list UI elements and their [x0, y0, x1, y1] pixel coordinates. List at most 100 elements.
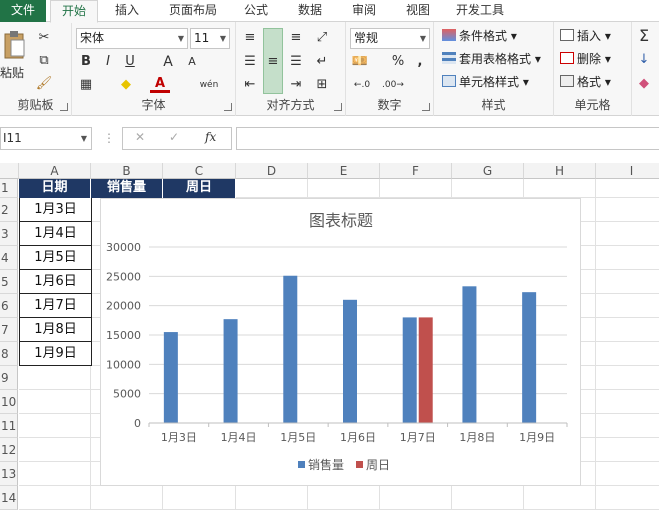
font-size-select[interactable]: 11 ▼	[190, 28, 230, 49]
underline-button[interactable]: U	[120, 52, 140, 72]
cell[interactable]	[19, 462, 91, 486]
enter-button[interactable]: ✓	[169, 130, 179, 144]
cell[interactable]	[19, 414, 91, 438]
date-cell[interactable]: 1月4日	[19, 222, 92, 246]
row-header-10[interactable]: 10	[0, 390, 18, 414]
row-header-1[interactable]: 1	[0, 179, 18, 198]
delete-cells-button[interactable]: 删除 ▾	[560, 49, 611, 69]
date-cell[interactable]: 1月9日	[19, 342, 92, 366]
autosum-button[interactable]: Σ	[634, 26, 654, 46]
row-header-8[interactable]: 8	[0, 342, 18, 366]
table-header-cell[interactable]: 日期	[19, 179, 91, 198]
phonetic-guide-button[interactable]: wén	[194, 75, 224, 95]
row-header-7[interactable]: 7	[0, 318, 18, 342]
font-color-icon[interactable]: A	[150, 75, 170, 93]
cell[interactable]	[91, 486, 163, 510]
font-launcher-icon[interactable]	[224, 103, 232, 111]
decrease-indent-icon[interactable]: ⇤	[240, 75, 260, 95]
column-header-e[interactable]: E	[308, 163, 380, 179]
cell[interactable]	[596, 222, 659, 246]
format-cells-button[interactable]: 格式 ▾	[560, 72, 611, 92]
row-header-6[interactable]: 6	[0, 294, 18, 318]
date-cell[interactable]: 1月8日	[19, 318, 92, 342]
cut-icon[interactable]: ✂	[34, 28, 54, 48]
cell[interactable]	[596, 179, 659, 198]
grow-font-button[interactable]: A	[158, 52, 178, 72]
cell[interactable]	[308, 179, 380, 198]
date-cell[interactable]: 1月7日	[19, 294, 92, 318]
row-header-14[interactable]: 14	[0, 486, 18, 510]
table-header-cell[interactable]: 周日	[163, 179, 236, 198]
italic-button[interactable]: I	[98, 52, 118, 72]
tab-review[interactable]: 审阅	[342, 0, 386, 22]
cell[interactable]	[236, 179, 308, 198]
row-header-2[interactable]: 2	[0, 198, 18, 222]
align-top-icon[interactable]: ≡	[240, 28, 260, 48]
cell[interactable]	[380, 179, 452, 198]
cell[interactable]	[596, 294, 659, 318]
row-header-11[interactable]: 11	[0, 414, 18, 438]
paste-button[interactable]: 粘贴	[0, 30, 28, 88]
column-header-d[interactable]: D	[236, 163, 308, 179]
select-all-corner[interactable]	[0, 163, 19, 179]
format-as-table-button[interactable]: 套用表格格式 ▾	[442, 49, 541, 69]
tab-developer[interactable]: 开发工具	[448, 0, 512, 22]
fill-down-icon[interactable]: ↓	[634, 50, 654, 70]
format-painter-icon[interactable]: 🖌	[34, 74, 54, 94]
cell[interactable]	[308, 486, 380, 510]
row-header-5[interactable]: 5	[0, 270, 18, 294]
cell[interactable]	[596, 390, 659, 414]
column-header-g[interactable]: G	[452, 163, 524, 179]
column-header-c[interactable]: C	[163, 163, 236, 179]
row-header-12[interactable]: 12	[0, 438, 18, 462]
tab-page-layout[interactable]: 页面布局	[158, 0, 228, 22]
cell[interactable]	[596, 270, 659, 294]
clear-eraser-icon[interactable]: ◆	[634, 74, 654, 94]
chart[interactable]: 图表标题 0 5000 10000 15000 20000 25000 30000 1月3日 1月…	[100, 198, 581, 486]
shrink-font-button[interactable]: A	[182, 52, 202, 72]
column-header-i[interactable]: I	[596, 163, 659, 179]
wrap-text-icon[interactable]: ↵	[312, 52, 332, 72]
cell[interactable]	[596, 414, 659, 438]
cell[interactable]	[19, 390, 91, 414]
formula-input[interactable]	[236, 127, 659, 150]
cell[interactable]	[452, 486, 524, 510]
cell[interactable]	[524, 179, 596, 198]
comma-button[interactable]: ,	[410, 52, 430, 72]
orientation-icon[interactable]: ⤢	[312, 28, 332, 48]
name-box[interactable]: I11 ▼	[0, 127, 92, 150]
clipboard-launcher-icon[interactable]	[60, 103, 68, 111]
tab-data[interactable]: 数据	[288, 0, 332, 22]
cell[interactable]	[596, 342, 659, 366]
cell[interactable]	[596, 438, 659, 462]
tab-home[interactable]: 开始	[50, 0, 98, 23]
align-right-icon[interactable]: ☰	[286, 52, 306, 72]
row-header-13[interactable]: 13	[0, 462, 18, 486]
cell[interactable]	[19, 366, 91, 390]
border-icon[interactable]: ▦	[76, 75, 96, 95]
bold-button[interactable]: B	[76, 52, 96, 72]
tab-insert[interactable]: 插入	[102, 0, 152, 22]
increase-indent-icon[interactable]: ⇥	[286, 75, 306, 95]
cell[interactable]	[380, 486, 452, 510]
date-cell[interactable]: 1月6日	[19, 270, 92, 294]
fill-color-icon[interactable]: ◆	[116, 75, 136, 95]
column-header-f[interactable]: F	[380, 163, 452, 179]
cell[interactable]	[596, 318, 659, 342]
copy-icon[interactable]: ⧉	[34, 51, 54, 71]
cell[interactable]	[596, 198, 659, 222]
row-header-9[interactable]: 9	[0, 366, 18, 390]
cell[interactable]	[596, 366, 659, 390]
number-format-select[interactable]: 常规 ▼	[350, 28, 430, 49]
percent-button[interactable]: %	[388, 52, 408, 72]
date-cell[interactable]: 1月3日	[19, 198, 92, 222]
row-header-3[interactable]: 3	[0, 222, 18, 246]
cell[interactable]	[524, 486, 596, 510]
cell[interactable]	[236, 486, 308, 510]
cell-styles-button[interactable]: 单元格样式 ▾	[442, 72, 529, 92]
column-header-h[interactable]: H	[524, 163, 596, 179]
conditional-format-button[interactable]: 条件格式 ▾	[442, 26, 517, 46]
align-left-icon[interactable]: ☰	[240, 52, 260, 72]
align-bottom-icon[interactable]: ≡	[286, 28, 306, 48]
alignment-launcher-icon[interactable]	[334, 103, 342, 111]
